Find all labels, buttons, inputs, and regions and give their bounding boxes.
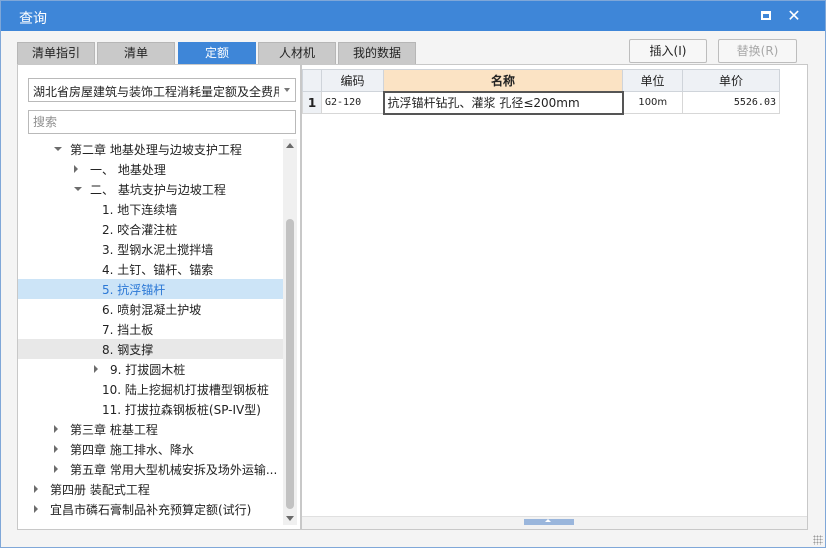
quota-tree: 第二章 地基处理与边坡支护工程一、 地基处理二、 基坑支护与边坡工程 1. 地下连…: [18, 139, 283, 525]
tree-item[interactable]: 7. 挡土板: [18, 319, 283, 339]
collapsed-triangle-icon[interactable]: [54, 465, 58, 473]
quota-library-value: 湖北省房屋建筑与装饰工程消耗量定额及全费用基价表: [33, 85, 279, 99]
tree-item[interactable]: 8. 钢支撑: [18, 339, 283, 359]
cell-unit[interactable]: 100m: [622, 91, 683, 114]
tree-item-label: 第四章 施工排水、降水: [70, 443, 194, 457]
scroll-up-icon[interactable]: [286, 143, 294, 148]
tree-item[interactable]: 一、 地基处理: [18, 159, 283, 179]
tree-item[interactable]: 10. 陆上挖掘机打拔槽型钢板桩: [18, 379, 283, 399]
tree-item-label: 10. 陆上挖掘机打拔槽型钢板桩: [102, 383, 269, 397]
quota-library-select[interactable]: 湖北省房屋建筑与装饰工程消耗量定额及全费用基价表: [28, 78, 296, 102]
tree-item[interactable]: 宜昌市磷石膏制品补充预算定额(试行): [18, 499, 283, 519]
tree-item-label: 宜昌市磷石膏制品补充预算定额(试行): [50, 503, 252, 517]
tree-item[interactable]: 2. 咬合灌注桩: [18, 219, 283, 239]
tree-item[interactable]: 9. 打拔圆木桩: [18, 359, 283, 379]
tree-item[interactable]: 5. 抗浮锚杆: [18, 279, 283, 299]
query-window: 查询 ✕ 清单指引 清单 定额 人材机 我的数据 插入(I) 替换(R) 湖北省…: [0, 0, 826, 548]
tree-item-label: 第二章 地基处理与边坡支护工程: [70, 143, 242, 157]
scroll-down-icon[interactable]: [286, 516, 294, 521]
tree-item-label: 一、 地基处理: [90, 163, 166, 177]
tab-bill[interactable]: 清单: [97, 42, 175, 64]
window-title: 查询: [19, 11, 47, 27]
tree-item-label: 二、 基坑支护与边坡工程: [90, 183, 226, 197]
replace-button[interactable]: 替换(R): [718, 39, 797, 63]
tree-item[interactable]: 第三章 桩基工程: [18, 419, 283, 439]
column-header-name[interactable]: 名称: [383, 69, 623, 92]
tree-item[interactable]: 第四册 装配式工程: [18, 479, 283, 499]
scroll-thumb[interactable]: [286, 219, 294, 509]
tree-item-label: 第四册 装配式工程: [50, 483, 150, 497]
tree-item[interactable]: 1. 地下连续墙: [18, 199, 283, 219]
tree-item-label: 3. 型钢水泥土搅拌墙: [102, 243, 214, 257]
tree-item[interactable]: 第二章 地基处理与边坡支护工程: [18, 139, 283, 159]
cell-name[interactable]: 抗浮锚杆钻孔、灌浆 孔径≤200mm: [382, 90, 624, 115]
column-header-price[interactable]: 单价: [682, 69, 780, 92]
collapsed-triangle-icon[interactable]: [34, 505, 38, 513]
tree-item-label: 6. 喷射混凝土护坡: [102, 303, 202, 317]
collapsed-triangle-icon[interactable]: [54, 425, 58, 433]
tree-item-label: 8. 钢支撑: [102, 343, 154, 357]
row-number-header: [302, 69, 322, 92]
tree-item-label: 5. 抗浮锚杆: [102, 283, 166, 297]
expanded-triangle-icon[interactable]: [54, 147, 62, 151]
table-header-row: 编码 名称 单位 单价: [302, 69, 780, 92]
tab-quota[interactable]: 定额: [178, 42, 256, 64]
tree-item-label: 1. 地下连续墙: [102, 203, 178, 217]
tree-item-label: 第五章 常用大型机械安拆及场外运输...: [70, 463, 278, 477]
tree-item-label: 4. 土钉、锚杆、锚索: [102, 263, 214, 277]
tree-item-label: 第三章 桩基工程: [70, 423, 158, 437]
collapsed-triangle-icon[interactable]: [54, 445, 58, 453]
tree-item-label: 2. 咬合灌注桩: [102, 223, 178, 237]
title-bar[interactable]: 查询 ✕: [1, 1, 825, 31]
grid-horizontal-scrollbar[interactable]: [302, 516, 807, 529]
expanded-triangle-icon[interactable]: [74, 187, 82, 191]
insert-button[interactable]: 插入(I): [629, 39, 707, 63]
tree-item[interactable]: 11. 打拔拉森钢板桩(SP-IV型): [18, 399, 283, 419]
tree-item[interactable]: 3. 型钢水泥土搅拌墙: [18, 239, 283, 259]
quota-table: 编码 名称 单位 单价 1 G2-120 抗浮锚杆钻孔、灌浆 孔径≤200mm …: [302, 69, 780, 115]
chevron-down-icon[interactable]: [284, 88, 290, 92]
tree-item-label: 7. 挡土板: [102, 323, 154, 337]
tree-item-label: 11. 打拔拉森钢板桩(SP-IV型): [102, 403, 261, 417]
tab-my-data[interactable]: 我的数据: [338, 42, 416, 64]
tree-item[interactable]: 4. 土钉、锚杆、锚索: [18, 259, 283, 279]
tree-vertical-scrollbar[interactable]: [283, 139, 297, 525]
tree-item-label: 9. 打拔圆木桩: [110, 363, 186, 377]
search-input[interactable]: [28, 110, 296, 134]
quota-tree-panel: 湖北省房屋建筑与装饰工程消耗量定额及全费用基价表 第二章 地基处理与边坡支护工程…: [17, 64, 301, 530]
collapsed-triangle-icon[interactable]: [74, 165, 78, 173]
tree-item[interactable]: 6. 喷射混凝土护坡: [18, 299, 283, 319]
tab-bill-guide[interactable]: 清单指引: [17, 42, 95, 64]
row-number: 1: [302, 91, 322, 114]
cell-code[interactable]: G2-120: [321, 91, 384, 114]
tree-item[interactable]: 第四章 施工排水、降水: [18, 439, 283, 459]
tree-item[interactable]: 第五章 常用大型机械安拆及场外运输...: [18, 459, 283, 479]
close-icon[interactable]: ✕: [785, 7, 803, 25]
maximize-icon[interactable]: [757, 7, 775, 25]
column-header-code[interactable]: 编码: [321, 69, 384, 92]
collapsed-triangle-icon[interactable]: [94, 365, 98, 373]
table-row[interactable]: 1 G2-120 抗浮锚杆钻孔、灌浆 孔径≤200mm 100m 5526.03: [302, 90, 780, 115]
cell-price[interactable]: 5526.03: [682, 91, 780, 114]
quota-grid-panel: 编码 名称 单位 单价 1 G2-120 抗浮锚杆钻孔、灌浆 孔径≤200mm …: [301, 64, 808, 530]
resize-grip-icon[interactable]: [813, 535, 823, 545]
tree-item[interactable]: 二、 基坑支护与边坡工程: [18, 179, 283, 199]
column-header-unit[interactable]: 单位: [622, 69, 683, 92]
collapsed-triangle-icon[interactable]: [34, 485, 38, 493]
chevron-up-icon: [545, 519, 551, 522]
tab-labor-material-machine[interactable]: 人材机: [258, 42, 336, 64]
